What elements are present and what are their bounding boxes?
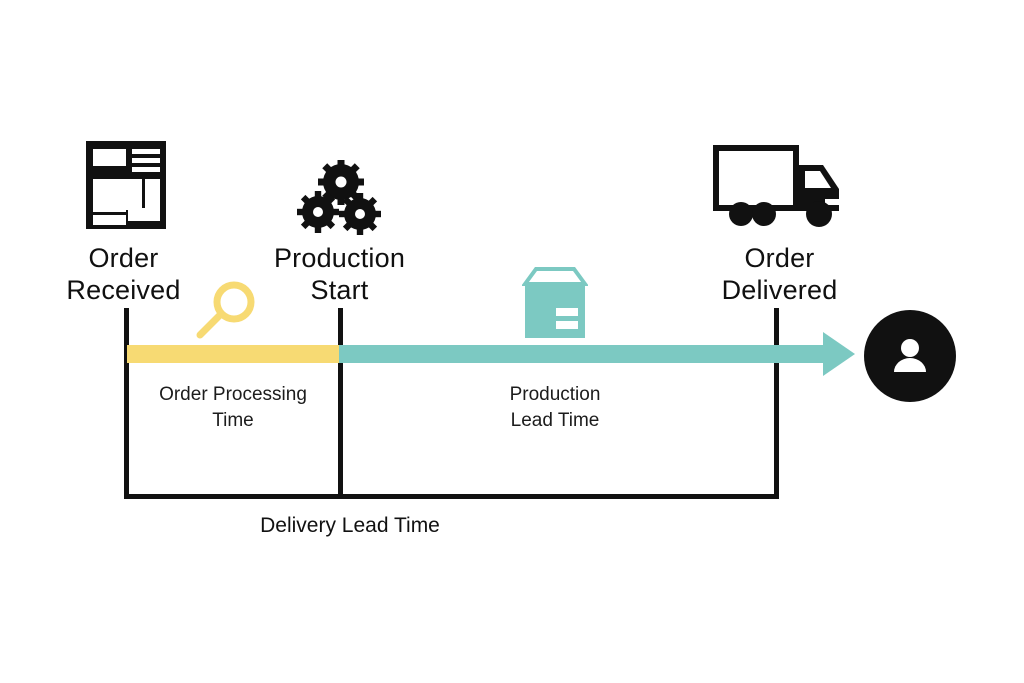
timeline-divider-production-start: [338, 308, 343, 499]
document-form-icon: [86, 141, 166, 229]
person-avatar-icon: [864, 310, 956, 402]
delivery-lead-time-caption: Delivery Lead Time: [260, 514, 440, 537]
delivery-truck-icon: [713, 143, 845, 228]
order-processing-time-bar: [127, 345, 339, 363]
gears-icon: [296, 160, 386, 235]
package-box-icon: [522, 266, 588, 340]
phase-label-order-processing-time: Order Processing Time: [159, 384, 307, 431]
diagram-canvas: Order Received Production Start Order De…: [0, 0, 1024, 683]
timeline-divider-order-received: [124, 308, 129, 499]
production-lead-time-bar: [339, 345, 823, 363]
milestone-label-production-start: Production Start: [273, 243, 406, 305]
delivery-lead-time-bracket: [124, 494, 779, 499]
timeline-divider-order-delivered: [774, 308, 779, 499]
milestone-label-order-received: Order Received: [66, 243, 181, 305]
timeline-arrow-head: [823, 332, 855, 376]
phase-label-production-lead-time: Production Lead Time: [509, 384, 601, 431]
milestone-label-order-delivered: Order Delivered: [721, 243, 838, 305]
person-glyph-icon: [894, 339, 926, 372]
